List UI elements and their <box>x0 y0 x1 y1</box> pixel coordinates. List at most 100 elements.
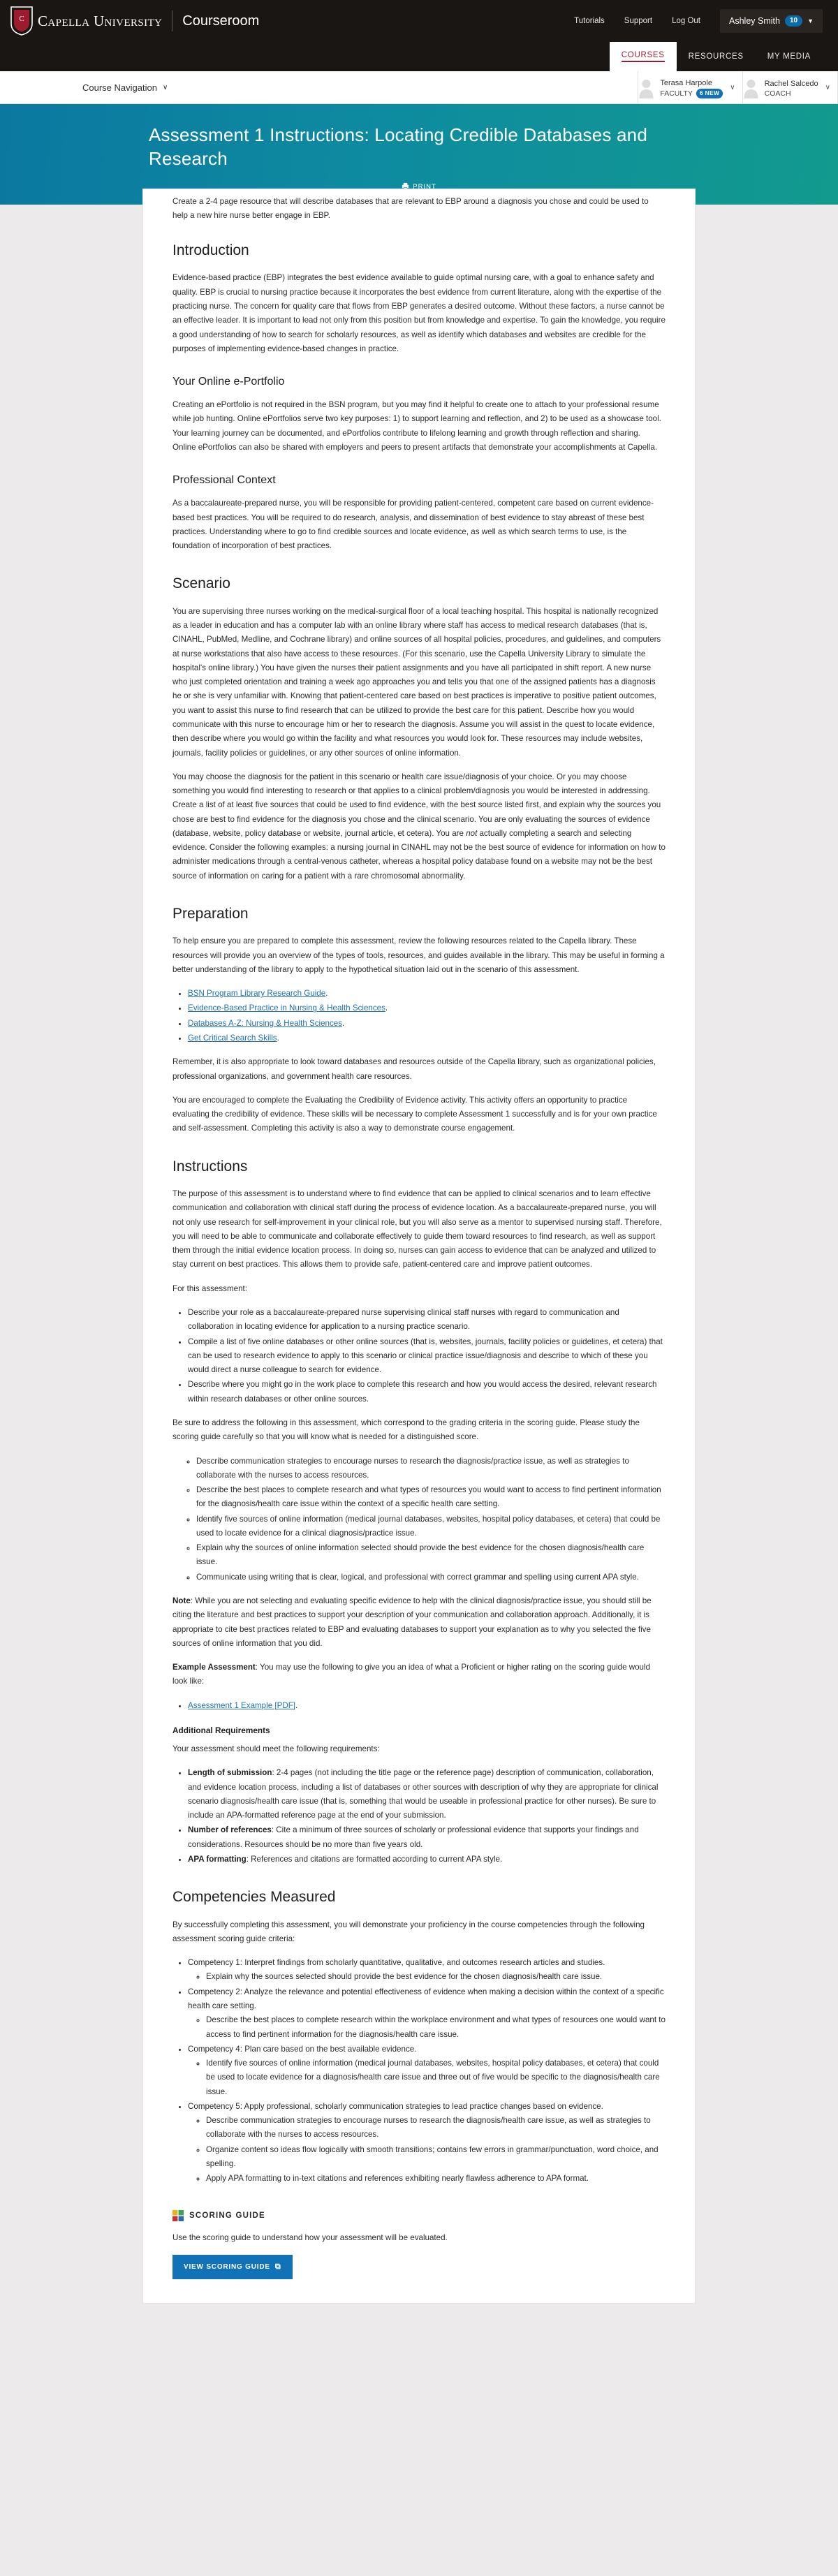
person-role-label: COACH <box>764 89 791 98</box>
list-item: Length of submission: 2-4 pages (not inc… <box>188 1766 666 1823</box>
preparation-paragraph-2: Remember, it is also appropriate to look… <box>172 1057 656 1081</box>
scoring-guide-title: SCORING GUIDE <box>189 2211 265 2220</box>
list-item: Describe your role as a baccalaureate-pr… <box>188 1306 666 1334</box>
requirement-text: : References and citations are formatted… <box>246 1854 503 1864</box>
primary-nav: COURSES RESOURCES MY MEDIA <box>0 42 838 71</box>
heading-eportfolio: Your Online e-Portfolio <box>172 376 285 388</box>
competency-criteria: Describe the best places to complete res… <box>188 2013 666 2042</box>
view-scoring-guide-button[interactable]: VIEW SCORING GUIDE ⧉ <box>172 2254 293 2279</box>
link-databases-a-z[interactable]: Databases A-Z: Nursing & Health Sciences <box>188 1019 342 1028</box>
person-role: FACULTY 6 NEW <box>660 89 723 99</box>
chevron-down-icon[interactable]: ∨ <box>730 84 735 91</box>
user-menu[interactable]: Ashley Smith 10 ▼ <box>720 9 823 33</box>
log-out-link[interactable]: Log Out <box>662 17 710 25</box>
scenario-p2-emphasis: not <box>466 828 478 838</box>
heading-scenario: Scenario <box>172 575 230 592</box>
chevron-down-icon[interactable]: ∨ <box>825 84 830 91</box>
person-faculty[interactable]: Terasa Harpole FACULTY 6 NEW ∨ <box>638 71 742 103</box>
heading-additional-requirements: Additional Requirements <box>172 1725 270 1735</box>
lead-paragraph: Create a 2-4 page resource that will des… <box>172 196 649 220</box>
brand-name: Capella University <box>38 12 163 29</box>
preparation-links-list: BSN Program Library Research Guide. Evid… <box>172 987 666 1045</box>
course-navigation-menu[interactable]: Course Navigation ∨ <box>82 71 168 103</box>
introduction-paragraph: Evidence-based practice (EBP) integrates… <box>172 273 666 353</box>
list-item: Number of references: Cite a minimum of … <box>188 1823 666 1852</box>
list-item: Explain why the sources of online inform… <box>196 1541 666 1570</box>
list-item: Evidence-Based Practice in Nursing & Hea… <box>188 1001 666 1015</box>
list-item: Get Critical Search Skills. <box>188 1031 666 1045</box>
competency-text: Competency 2: Analyze the relevance and … <box>188 1987 664 2010</box>
course-people: Terasa Harpole FACULTY 6 NEW ∨ Rachel Sa… <box>638 71 838 103</box>
list-item: Databases A-Z: Nursing & Health Sciences… <box>188 1017 666 1031</box>
competency-text: Competency 4: Plan care based on the bes… <box>188 2044 417 2054</box>
person-coach[interactable]: Rachel Salcedo COACH ∨ <box>742 71 838 103</box>
preparation-paragraph-3: You are encouraged to complete the Evalu… <box>172 1095 657 1133</box>
list-item: Identify five sources of online informat… <box>206 2056 666 2099</box>
list-item: Competency 4: Plan care based on the bes… <box>188 2043 666 2099</box>
support-link[interactable]: Support <box>615 17 662 25</box>
brand-lockup[interactable]: C Capella University Courseroom <box>10 6 259 36</box>
link-critical-search-skills[interactable]: Get Critical Search Skills <box>188 1033 277 1043</box>
chevron-down-icon: ∨ <box>162 83 168 91</box>
tab-my-media[interactable]: MY MEDIA <box>756 42 823 71</box>
capella-crest-icon: C <box>10 6 34 36</box>
list-item: Competency 1: Interpret findings from sc… <box>188 1956 666 1985</box>
competency-criteria: Describe communication strategies to enc… <box>188 2114 666 2186</box>
link-bsn-research-guide[interactable]: BSN Program Library Research Guide <box>188 989 325 998</box>
additional-paragraph-1: Your assessment should meet the followin… <box>172 1744 380 1753</box>
tab-resources-label: RESOURCES <box>688 52 744 61</box>
tab-resources[interactable]: RESOURCES <box>677 42 756 71</box>
requirement-label: Number of references <box>188 1825 272 1835</box>
tutorials-link[interactable]: Tutorials <box>564 17 615 25</box>
list-item: Competency 5: Apply professional, schola… <box>188 2100 666 2186</box>
instructions-paragraph-1: The purpose of this assessment is to und… <box>172 1189 662 1269</box>
hero-inner: Assessment 1 Instructions: Locating Cred… <box>143 124 695 171</box>
assessment-content-card: Create a 2-4 page resource that will des… <box>143 189 695 2303</box>
person-role: COACH <box>765 89 818 98</box>
list-item: Organize content so ideas flow logically… <box>206 2143 666 2172</box>
product-name: Courseroom <box>182 13 260 29</box>
scenario-paragraph-2: You may choose the diagnosis for the pat… <box>172 770 666 883</box>
user-name: Ashley Smith <box>729 16 780 26</box>
heading-competencies-measured: Competencies Measured <box>172 1889 336 1906</box>
competency-text: Competency 1: Interpret findings from sc… <box>188 1958 605 1968</box>
avatar <box>743 75 759 100</box>
link-ebp-nursing-health-sciences[interactable]: Evidence-Based Practice in Nursing & Hea… <box>188 1003 385 1013</box>
tab-my-media-label: MY MEDIA <box>767 52 811 61</box>
avatar <box>638 75 654 100</box>
scoring-guide-description: Use the scoring guide to understand how … <box>172 2232 448 2242</box>
heading-professional-context: Professional Context <box>172 474 276 487</box>
list-item: Assessment 1 Example [PDF]. <box>188 1699 666 1713</box>
requirement-label: APA formatting <box>188 1854 247 1864</box>
list-item: BSN Program Library Research Guide. <box>188 987 666 1001</box>
tab-courses-label: COURSES <box>621 51 665 62</box>
list-item: APA formatting: References and citations… <box>188 1853 666 1867</box>
list-item: Describe communication strategies to enc… <box>196 1455 666 1483</box>
list-item: Apply APA formatting to in-text citation… <box>206 2172 666 2186</box>
tab-courses[interactable]: COURSES <box>609 42 677 71</box>
svg-text:C: C <box>19 15 24 23</box>
view-scoring-guide-label: VIEW SCORING GUIDE <box>184 2262 270 2271</box>
chevron-down-icon: ▼ <box>807 17 814 24</box>
professional-context-paragraph: As a baccalaureate-prepared nurse, you w… <box>172 499 654 551</box>
example-assessment-paragraph: Example Assessment: You may use the foll… <box>172 1661 666 1689</box>
top-bar: C Capella University Courseroom Tutorial… <box>0 0 838 42</box>
additional-requirements-list: Length of submission: 2-4 pages (not inc… <box>172 1766 666 1867</box>
competencies-paragraph-1: By successfully completing this assessme… <box>172 1920 645 1943</box>
person-name: Rachel Salcedo <box>764 79 818 88</box>
example-links-list: Assessment 1 Example [PDF]. <box>172 1699 666 1713</box>
scenario-paragraph-1: You are supervising three nurses working… <box>172 606 661 758</box>
note-label: Note <box>172 1596 191 1606</box>
link-assessment-1-example-pdf[interactable]: Assessment 1 Example [PDF] <box>188 1701 295 1710</box>
competency-criteria: Explain why the sources selected should … <box>188 1970 666 1984</box>
note-text: : While you are not selecting and evalua… <box>172 1596 652 1648</box>
instructions-paragraph-3: Be sure to address the following in this… <box>172 1418 640 1442</box>
course-navigation-label: Course Navigation <box>82 82 157 93</box>
instructions-paragraph-2: For this assessment: <box>172 1283 247 1293</box>
heading-instructions: Instructions <box>172 1158 248 1175</box>
preparation-paragraph-1: To help ensure you are prepared to compl… <box>172 936 665 974</box>
list-item: Competency 2: Analyze the relevance and … <box>188 1985 666 2042</box>
criteria-bullets: Describe communication strategies to enc… <box>172 1455 666 1585</box>
list-item: Describe where you might go in the work … <box>188 1378 666 1406</box>
person-meta: Terasa Harpole FACULTY 6 NEW <box>660 76 723 99</box>
